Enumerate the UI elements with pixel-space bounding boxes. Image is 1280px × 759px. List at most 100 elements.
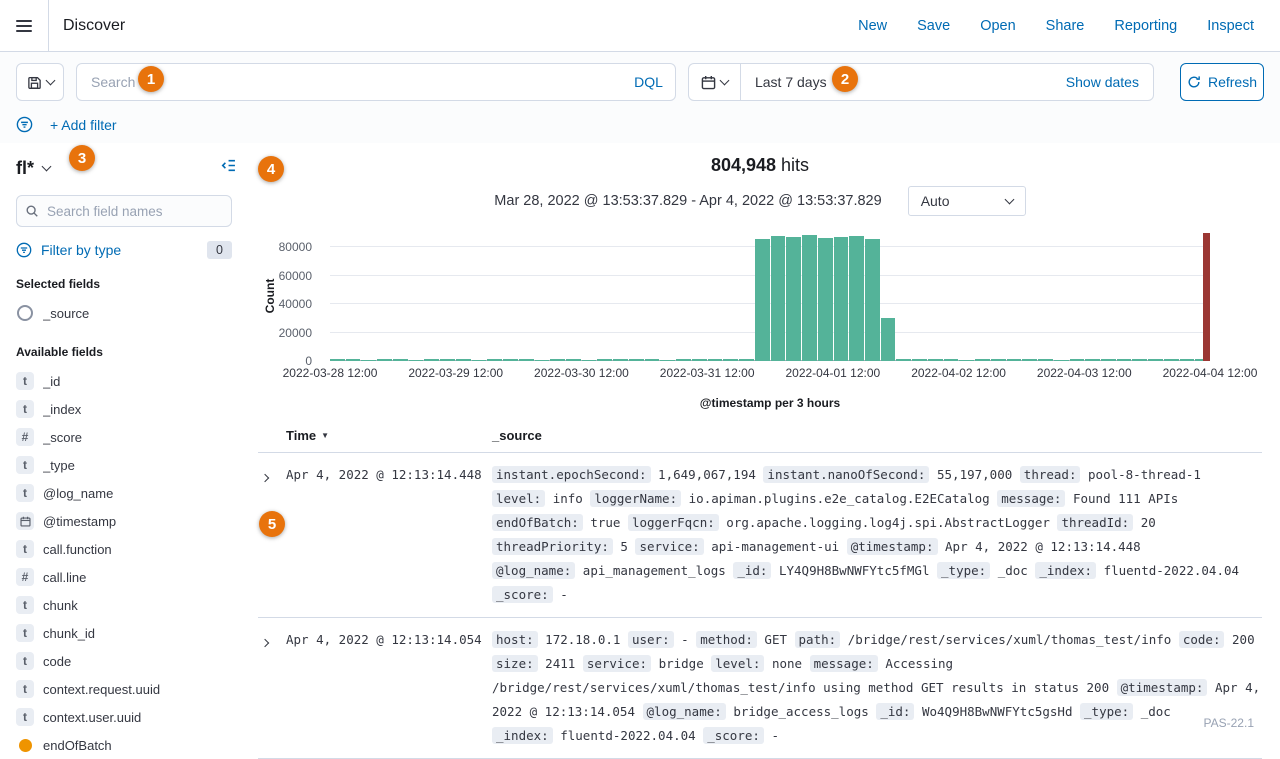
histogram-bar[interactable] <box>991 359 1006 361</box>
histogram-bar[interactable] <box>1007 359 1022 361</box>
field-item-call.line[interactable]: #call.line <box>16 563 232 591</box>
field-item-call.function[interactable]: tcall.function <box>16 535 232 563</box>
histogram-bar[interactable] <box>802 235 817 361</box>
histogram-bar[interactable] <box>1054 360 1069 361</box>
histogram-bar[interactable] <box>550 359 565 361</box>
collapse-sidebar-button[interactable] <box>219 157 236 177</box>
histogram-bar[interactable] <box>786 237 801 361</box>
histogram-bar[interactable] <box>1038 359 1053 361</box>
column-header-source[interactable]: _source <box>492 428 1262 443</box>
nav-save[interactable]: Save <box>917 18 950 34</box>
string-field-icon: t <box>16 540 34 558</box>
expand-row-button[interactable] <box>258 463 286 484</box>
field-item-_id[interactable]: t_id <box>16 367 232 395</box>
show-dates-link[interactable]: Show dates <box>1066 74 1153 90</box>
histogram-bar[interactable] <box>676 359 691 361</box>
histogram-bar[interactable] <box>959 360 974 361</box>
field-search-input[interactable] <box>16 195 232 227</box>
field-item-context.request.uuid[interactable]: tcontext.request.uuid <box>16 675 232 703</box>
search-input[interactable] <box>89 73 624 91</box>
histogram-bar[interactable] <box>1148 359 1163 361</box>
saved-query-button[interactable] <box>16 63 64 101</box>
nav-share[interactable]: Share <box>1046 18 1085 34</box>
field-item-chunk[interactable]: tchunk <box>16 591 232 619</box>
refresh-button[interactable]: Refresh <box>1180 63 1264 101</box>
histogram-bar[interactable] <box>896 359 911 361</box>
histogram-bar[interactable] <box>708 359 723 361</box>
field-item-_score[interactable]: #_score <box>16 423 232 451</box>
field-item-context.user.uuid[interactable]: tcontext.user.uuid <box>16 703 232 731</box>
field-item-@timestamp[interactable]: @timestamp <box>16 507 232 535</box>
histogram-bar[interactable] <box>1085 359 1100 361</box>
y-tick-label: 20000 <box>279 326 312 340</box>
field-item-_type[interactable]: t_type <box>16 451 232 479</box>
hamburger-menu-button[interactable] <box>0 0 49 51</box>
histogram-bar[interactable] <box>597 359 612 361</box>
histogram-bar[interactable] <box>849 236 864 361</box>
histogram-bar[interactable] <box>928 359 943 361</box>
histogram-bar[interactable] <box>487 359 502 361</box>
histogram-bar[interactable] <box>503 359 518 361</box>
nav-new[interactable]: New <box>858 18 887 34</box>
nav-open[interactable]: Open <box>980 18 1015 34</box>
histogram-bar[interactable] <box>613 359 628 361</box>
histogram-bar[interactable] <box>912 359 927 361</box>
time-range-value[interactable]: Last 7 days <box>741 74 827 90</box>
histogram-bar[interactable] <box>1164 359 1179 361</box>
histogram-bar[interactable] <box>755 239 770 361</box>
histogram-bar[interactable] <box>629 359 644 361</box>
histogram-bar[interactable] <box>440 359 455 361</box>
calendar-button[interactable] <box>689 64 741 100</box>
histogram-bar[interactable] <box>771 236 786 361</box>
histogram-bar[interactable] <box>944 359 959 361</box>
histogram-bar[interactable] <box>409 360 424 361</box>
histogram-bar[interactable] <box>1180 359 1195 361</box>
add-filter-link[interactable]: + Add filter <box>50 117 117 133</box>
histogram-bar[interactable] <box>975 359 990 361</box>
histogram-bar[interactable] <box>1022 359 1037 361</box>
field-item-_source[interactable]: _source <box>16 299 232 327</box>
histogram-bar[interactable] <box>424 359 439 361</box>
field-item-endOfBatch[interactable]: endOfBatch <box>16 731 232 759</box>
histogram-bar[interactable] <box>1132 359 1147 361</box>
nav-inspect[interactable]: Inspect <box>1207 18 1254 34</box>
histogram-bar[interactable] <box>472 360 487 361</box>
histogram-bar[interactable] <box>393 359 408 361</box>
histogram-bar[interactable] <box>361 360 376 361</box>
histogram-bar[interactable] <box>535 360 550 361</box>
field-item-chunk_id[interactable]: tchunk_id <box>16 619 232 647</box>
column-header-time[interactable]: Time ▼ <box>286 428 492 443</box>
filter-by-type-button[interactable]: Filter by type 0 <box>16 241 232 259</box>
nav-reporting[interactable]: Reporting <box>1114 18 1177 34</box>
interval-select[interactable]: Auto <box>908 186 1026 216</box>
source-field-icon <box>16 304 34 322</box>
histogram-bar[interactable] <box>739 359 754 361</box>
histogram-bar[interactable] <box>1117 359 1132 361</box>
index-pattern-selector[interactable]: fl* <box>16 158 34 179</box>
histogram-bar[interactable] <box>865 239 880 361</box>
string-field-icon: t <box>16 624 34 642</box>
field-key: @timestamp: <box>847 538 938 555</box>
histogram-bar[interactable] <box>660 360 675 361</box>
histogram-bar[interactable] <box>645 359 660 361</box>
histogram-bar[interactable] <box>692 359 707 361</box>
field-item-@log_name[interactable]: t@log_name <box>16 479 232 507</box>
histogram-bar[interactable] <box>566 359 581 361</box>
expand-row-button[interactable] <box>258 628 286 649</box>
histogram-bar[interactable] <box>723 359 738 361</box>
histogram-bar[interactable] <box>881 318 896 361</box>
string-field-icon: t <box>16 680 34 698</box>
histogram-bar[interactable] <box>377 359 392 361</box>
field-item-code[interactable]: tcode <box>16 647 232 675</box>
histogram-bar[interactable] <box>456 359 471 361</box>
histogram-bar[interactable] <box>582 360 597 361</box>
dql-toggle[interactable]: DQL <box>624 74 663 90</box>
histogram-bar[interactable] <box>519 359 534 361</box>
histogram-bar[interactable] <box>1101 359 1116 361</box>
histogram-bar[interactable] <box>818 238 833 361</box>
field-item-_index[interactable]: t_index <box>16 395 232 423</box>
histogram-bar[interactable] <box>834 237 849 361</box>
histogram-bar[interactable] <box>346 359 361 361</box>
histogram-bar[interactable] <box>1070 359 1085 361</box>
histogram-bar[interactable] <box>330 359 345 361</box>
